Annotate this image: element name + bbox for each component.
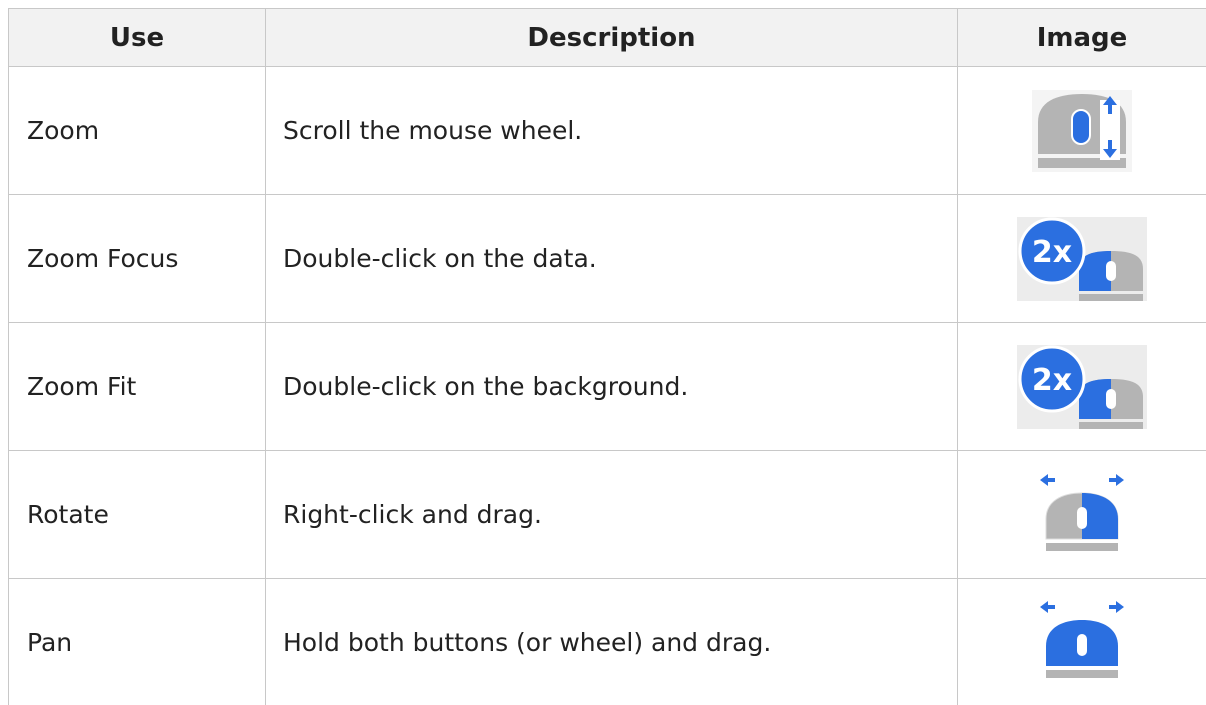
mouse-double-click-icon: 2x	[1017, 344, 1147, 429]
row-use: Zoom Fit	[8, 323, 265, 450]
table-header-row: Use Description Image	[8, 8, 1206, 66]
row-use: Pan	[8, 579, 265, 705]
row-description: Hold both buttons (or wheel) and drag.	[265, 579, 957, 705]
badge-label: 2x	[1032, 235, 1072, 270]
row-image	[957, 67, 1206, 194]
table-row: Pan Hold both buttons (or wheel) and dra…	[8, 578, 1206, 705]
mouse-both-drag-icon	[1036, 600, 1128, 684]
table-row: Zoom Scroll the mouse wheel.	[8, 66, 1206, 194]
mouse-right-drag-icon	[1036, 473, 1128, 557]
mouse-double-click-icon: 2x	[1017, 216, 1147, 301]
row-image: 2x	[957, 195, 1206, 322]
header-image: Image	[957, 9, 1206, 66]
table-row: Zoom Focus Double-click on the data. 2x	[8, 194, 1206, 322]
row-image: 2x	[957, 323, 1206, 450]
header-use: Use	[8, 9, 265, 66]
mouse-controls-table: Use Description Image Zoom Scroll the mo…	[8, 8, 1206, 705]
row-image	[957, 579, 1206, 705]
header-description: Description	[265, 9, 957, 66]
table-row: Zoom Fit Double-click on the background.…	[8, 322, 1206, 450]
row-description: Double-click on the background.	[265, 323, 957, 450]
row-image	[957, 451, 1206, 578]
row-use: Zoom	[8, 67, 265, 194]
row-use: Zoom Focus	[8, 195, 265, 322]
row-description: Double-click on the data.	[265, 195, 957, 322]
row-use: Rotate	[8, 451, 265, 578]
table-row: Rotate Right-click and drag.	[8, 450, 1206, 578]
row-description: Scroll the mouse wheel.	[265, 67, 957, 194]
mouse-wheel-scroll-icon	[1032, 89, 1132, 172]
badge-label: 2x	[1032, 363, 1072, 398]
row-description: Right-click and drag.	[265, 451, 957, 578]
